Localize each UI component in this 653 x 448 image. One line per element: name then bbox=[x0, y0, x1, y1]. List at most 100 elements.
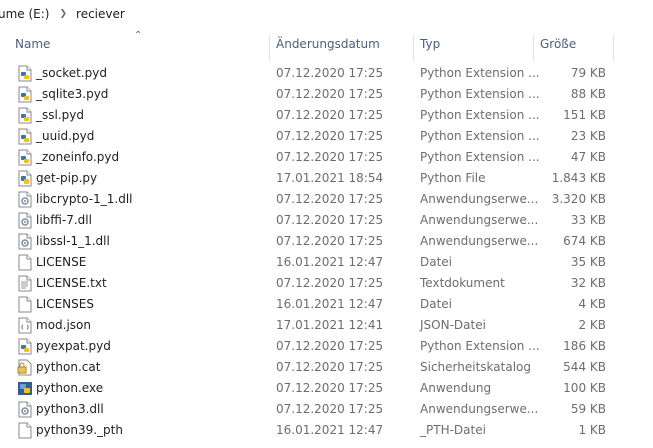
file-row[interactable]: libcrypto-1_1.dll 07.12.2020 17:25 Anwendu… bbox=[0, 189, 653, 210]
file-name[interactable]: python3.dll bbox=[36, 399, 104, 420]
file-name[interactable]: python.exe bbox=[36, 378, 103, 399]
file-row[interactable]: _uuid.pyd 07.12.2020 17:25 Python Extensio… bbox=[0, 126, 653, 147]
file-size: 186 KB bbox=[563, 339, 606, 353]
breadcrumb-volume[interactable]: ume (E:) bbox=[0, 7, 49, 21]
column-header-row: ⌃ Name Änderungsdatum Typ Größe bbox=[0, 27, 653, 61]
json-file-icon bbox=[17, 317, 33, 334]
file-row[interactable]: python39._pth 16.01.2021 12:47 _PTH-Datei 1… bbox=[0, 420, 653, 441]
column-header-date[interactable]: Änderungsdatum bbox=[270, 27, 413, 61]
file-type: Python File bbox=[420, 171, 486, 185]
file-type: Python Extension ... bbox=[420, 66, 540, 80]
file-date: 07.12.2020 17:25 bbox=[276, 129, 384, 143]
python-extension-icon bbox=[17, 338, 33, 355]
file-type: Datei bbox=[420, 255, 453, 269]
file-list: _socket.pyd 07.12.2020 17:25 Python Extens… bbox=[0, 63, 653, 441]
file-date: 07.12.2020 17:25 bbox=[276, 66, 384, 80]
file-type: Anwendungserwe... bbox=[420, 192, 539, 206]
file-row[interactable]: libffi-7.dll 07.12.2020 17:25 Anwendungser… bbox=[0, 210, 653, 231]
column-header-size[interactable]: Größe bbox=[534, 27, 613, 61]
file-row[interactable]: mod.json 17.01.2021 12:41 JSON-Datei 2 KB bbox=[0, 315, 653, 336]
blank-file-icon bbox=[17, 422, 33, 439]
file-type: Python Extension ... bbox=[420, 339, 540, 353]
file-row[interactable]: python.cat 07.12.2020 17:25 Sicherheitskat… bbox=[0, 357, 653, 378]
file-size: 47 KB bbox=[570, 150, 606, 164]
file-date: 07.12.2020 17:25 bbox=[276, 192, 384, 206]
chevron-right-icon[interactable]: ❯ bbox=[59, 9, 67, 19]
file-row[interactable]: LICENSES 16.01.2021 12:47 Datei 4 KB bbox=[0, 294, 653, 315]
file-type: JSON-Datei bbox=[420, 318, 486, 332]
blank-file-icon bbox=[17, 254, 33, 271]
file-size: 2 KB bbox=[578, 318, 606, 332]
file-name[interactable]: _socket.pyd bbox=[36, 63, 107, 84]
file-type: Python Extension ... bbox=[420, 108, 540, 122]
dll-file-icon bbox=[17, 233, 33, 250]
column-header-name[interactable]: Name bbox=[9, 27, 269, 61]
column-header-type[interactable]: Typ bbox=[414, 27, 533, 61]
breadcrumb-folder[interactable]: reciever bbox=[76, 7, 125, 21]
python-extension-icon bbox=[17, 86, 33, 103]
file-row[interactable]: _sqlite3.pyd 07.12.2020 17:25 Python Exten… bbox=[0, 84, 653, 105]
file-size: 88 KB bbox=[570, 87, 606, 101]
file-type: Sicherheitskatalog bbox=[420, 360, 531, 374]
file-date: 07.12.2020 17:25 bbox=[276, 360, 384, 374]
file-name[interactable]: get-pip.py bbox=[36, 168, 97, 189]
file-size: 1.843 KB bbox=[551, 171, 606, 185]
breadcrumb: ume (E:) ❯ reciever bbox=[0, 0, 653, 28]
file-name[interactable]: _ssl.pyd bbox=[36, 105, 84, 126]
file-size: 32 KB bbox=[570, 276, 606, 290]
file-name[interactable]: python39._pth bbox=[36, 420, 123, 441]
blank-file-icon bbox=[17, 296, 33, 313]
file-row[interactable]: _zoneinfo.pyd 07.12.2020 17:25 Python Exte… bbox=[0, 147, 653, 168]
file-size: 544 KB bbox=[563, 360, 606, 374]
python-extension-icon bbox=[17, 107, 33, 124]
file-size: 100 KB bbox=[563, 381, 606, 395]
file-name[interactable]: _uuid.pyd bbox=[36, 126, 94, 147]
dll-file-icon bbox=[17, 212, 33, 229]
file-date: 07.12.2020 17:25 bbox=[276, 276, 384, 290]
file-date: 07.12.2020 17:25 bbox=[276, 381, 384, 395]
file-size: 35 KB bbox=[570, 255, 606, 269]
file-name[interactable]: _sqlite3.pyd bbox=[36, 84, 108, 105]
file-date: 07.12.2020 17:25 bbox=[276, 213, 384, 227]
file-date: 17.01.2021 12:41 bbox=[276, 318, 384, 332]
file-date: 16.01.2021 12:47 bbox=[276, 297, 384, 311]
file-size: 3.320 KB bbox=[551, 192, 606, 206]
file-date: 07.12.2020 17:25 bbox=[276, 87, 384, 101]
file-size: 23 KB bbox=[570, 129, 606, 143]
file-size: 674 KB bbox=[563, 234, 606, 248]
file-type: Python Extension ... bbox=[420, 150, 540, 164]
file-name[interactable]: LICENSES bbox=[36, 294, 94, 315]
column-divider[interactable] bbox=[613, 35, 614, 61]
python-exe-icon bbox=[17, 380, 33, 397]
file-row[interactable]: get-pip.py 17.01.2021 18:54 Python File 1.8… bbox=[0, 168, 653, 189]
file-date: 07.12.2020 17:25 bbox=[276, 234, 384, 248]
file-row[interactable]: pyexpat.pyd 07.12.2020 17:25 Python Extens… bbox=[0, 336, 653, 357]
python-extension-icon bbox=[17, 149, 33, 166]
file-row[interactable]: python3.dll 07.12.2020 17:25 Anwendungserw… bbox=[0, 399, 653, 420]
file-row[interactable]: _ssl.pyd 07.12.2020 17:25 Python Extension… bbox=[0, 105, 653, 126]
file-row[interactable]: python.exe 07.12.2020 17:25 Anwendung 100 K… bbox=[0, 378, 653, 399]
dll-file-icon bbox=[17, 191, 33, 208]
file-row[interactable]: LICENSE 16.01.2021 12:47 Datei 35 KB bbox=[0, 252, 653, 273]
file-date: 17.01.2021 18:54 bbox=[276, 171, 384, 185]
file-name[interactable]: libssl-1_1.dll bbox=[36, 231, 110, 252]
file-type: Anwendung bbox=[420, 381, 492, 395]
file-name[interactable]: libcrypto-1_1.dll bbox=[36, 189, 133, 210]
file-size: 151 KB bbox=[563, 108, 606, 122]
file-row[interactable]: LICENSE.txt 07.12.2020 17:25 Textdokument 3… bbox=[0, 273, 653, 294]
file-type: Python Extension ... bbox=[420, 87, 540, 101]
file-row[interactable]: libssl-1_1.dll 07.12.2020 17:25 Anwendungs… bbox=[0, 231, 653, 252]
file-row[interactable]: _socket.pyd 07.12.2020 17:25 Python Extens… bbox=[0, 63, 653, 84]
file-name[interactable]: _zoneinfo.pyd bbox=[36, 147, 119, 168]
file-size: 4 KB bbox=[578, 297, 606, 311]
file-type: Anwendungserwe... bbox=[420, 234, 539, 248]
file-name[interactable]: pyexpat.pyd bbox=[36, 336, 111, 357]
file-date: 07.12.2020 17:25 bbox=[276, 108, 384, 122]
file-date: 07.12.2020 17:25 bbox=[276, 339, 384, 353]
file-name[interactable]: mod.json bbox=[36, 315, 91, 336]
file-name[interactable]: LICENSE.txt bbox=[36, 273, 107, 294]
file-name[interactable]: libffi-7.dll bbox=[36, 210, 92, 231]
file-name[interactable]: LICENSE bbox=[36, 252, 86, 273]
file-name[interactable]: python.cat bbox=[36, 357, 100, 378]
file-date: 07.12.2020 17:25 bbox=[276, 402, 384, 416]
